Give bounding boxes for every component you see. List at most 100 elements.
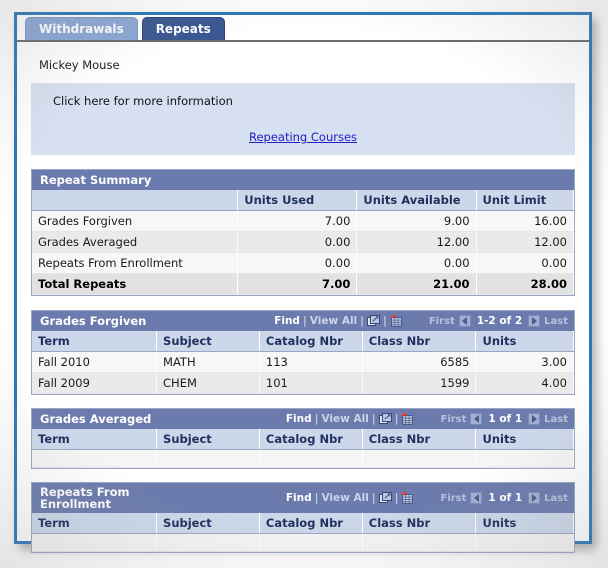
table-row: Total Repeats 7.00 21.00 28.00: [32, 273, 575, 295]
next-arrow-icon[interactable]: [528, 315, 541, 327]
find-link[interactable]: Find: [286, 492, 312, 504]
new-window-icon[interactable]: [378, 413, 392, 425]
grid-grades-forgiven: Grades Forgiven Find | View All | | First…: [31, 310, 575, 395]
last-page-link[interactable]: Last: [544, 414, 568, 425]
find-link[interactable]: Find: [274, 315, 300, 327]
arrow-glyph: [473, 415, 479, 423]
table-body: Fall 2010 MATH 113 6585 3.00 Fall 2009 CHEM 101…: [32, 351, 574, 394]
col-units: Units: [475, 513, 574, 534]
tab-withdrawals-label: Withdrawals: [39, 22, 124, 36]
next-arrow-icon[interactable]: [528, 413, 541, 425]
cell-term: Fall 2009: [32, 372, 158, 394]
grid-title-grades-forgiven: Grades Forgiven: [40, 314, 147, 328]
cell-class-nbr: [362, 449, 477, 468]
table-repeats-from-enrollment: Term Subject Catalog Nbr Class Nbr Units: [32, 513, 574, 552]
col-units: Units: [475, 331, 574, 352]
grid-pager: First 1-2 of 2 Last: [429, 315, 568, 327]
summary-col-blank: [32, 190, 239, 211]
col-subject: Subject: [156, 331, 260, 352]
table-row: Fall 2010 MATH 113 6585 3.00: [32, 351, 574, 373]
previous-arrow-icon[interactable]: [470, 413, 483, 425]
view-all-link[interactable]: View All: [321, 413, 368, 425]
cell-subject: CHEM: [156, 372, 260, 394]
tab-repeats[interactable]: Repeats: [141, 17, 225, 40]
cell-term: Fall 2010: [32, 351, 158, 373]
arrow-glyph: [473, 494, 479, 502]
arrow-glyph: [462, 317, 468, 325]
table-grades-forgiven: Term Subject Catalog Nbr Class Nbr Units Fall…: [32, 331, 574, 394]
download-spreadsheet-icon[interactable]: [390, 314, 403, 328]
grid-nav-cluster: Find | View All | | First 1 of 1 Last: [160, 412, 568, 426]
cell-catalog-nbr: 113: [259, 351, 363, 373]
view-all-link[interactable]: View All: [310, 315, 357, 327]
nav-separator: |: [394, 413, 399, 425]
previous-arrow-icon[interactable]: [470, 492, 483, 504]
tab-withdrawals[interactable]: Withdrawals: [25, 17, 138, 40]
summary-units-used: 7.00: [237, 210, 358, 232]
previous-arrow-icon[interactable]: [458, 315, 471, 327]
info-panel: Click here for more information Repeatin…: [31, 83, 575, 155]
summary-units-used: 7.00: [237, 273, 358, 295]
find-link[interactable]: Find: [286, 413, 312, 425]
col-catalog-nbr: Catalog Nbr: [259, 331, 363, 352]
download-spreadsheet-icon[interactable]: [401, 412, 414, 426]
cell-catalog-nbr: 101: [259, 372, 363, 394]
nav-separator: |: [314, 413, 319, 425]
new-window-icon[interactable]: [366, 315, 380, 327]
summary-col-unit-limit: Unit Limit: [476, 190, 575, 211]
nav-separator: |: [360, 315, 364, 327]
grid-title-bar-grades-forgiven: Grades Forgiven Find | View All | | First…: [32, 311, 574, 331]
table-header-row: Term Subject Catalog Nbr Class Nbr Units: [32, 513, 574, 534]
application-window: Withdrawals Repeats Mickey Mouse Click h…: [14, 12, 592, 553]
summary-units-available: 12.00: [356, 231, 477, 253]
col-term: Term: [32, 331, 158, 352]
grid-pager: First 1 of 1 Last: [440, 492, 568, 504]
cell-class-nbr: [362, 533, 477, 552]
page-content: Mickey Mouse Click here for more informa…: [17, 40, 589, 553]
summary-row-label: Grades Forgiven: [32, 210, 239, 232]
cell-units: 3.00: [475, 351, 574, 373]
cell-catalog-nbr: [259, 533, 363, 552]
next-arrow-icon[interactable]: [528, 492, 541, 504]
cell-subject: [156, 449, 260, 468]
first-page-link[interactable]: First: [429, 316, 455, 327]
table-row: [32, 533, 574, 552]
arrow-glyph: [531, 317, 537, 325]
first-page-link[interactable]: First: [440, 414, 466, 425]
summary-unit-limit: 16.00: [476, 210, 575, 232]
view-all-link[interactable]: View All: [321, 492, 368, 504]
summary-unit-limit: 28.00: [476, 273, 575, 295]
col-class-nbr: Class Nbr: [362, 429, 477, 450]
nav-separator: |: [302, 315, 307, 327]
summary-unit-limit: 12.00: [476, 231, 575, 253]
arrow-glyph: [531, 494, 537, 502]
info-panel-link-row: Repeating Courses: [31, 126, 575, 147]
download-spreadsheet-icon[interactable]: [401, 491, 414, 505]
grid-nav-actions: Find | View All | |: [286, 412, 415, 426]
last-page-link[interactable]: Last: [544, 316, 568, 327]
first-page-link[interactable]: First: [440, 493, 466, 504]
col-term: Term: [32, 513, 158, 534]
nav-separator: |: [394, 492, 399, 504]
cell-term: [32, 533, 158, 552]
repeat-summary-panel: Repeat Summary Units Used Units Availabl…: [31, 169, 575, 296]
repeat-summary-title-bar: Repeat Summary: [32, 170, 574, 190]
col-class-nbr: Class Nbr: [362, 331, 477, 352]
detail-grids-host: Grades Forgiven Find | View All | | First…: [29, 310, 577, 553]
repeating-courses-link[interactable]: Repeating Courses: [249, 130, 357, 144]
grid-nav-actions: Find | View All | |: [274, 314, 403, 328]
new-window-icon[interactable]: [378, 492, 392, 504]
tab-strip-divider: [17, 40, 589, 42]
summary-units-available: 0.00: [356, 252, 477, 274]
last-page-link[interactable]: Last: [544, 493, 568, 504]
col-subject: Subject: [156, 513, 260, 534]
table-body: [32, 449, 574, 468]
grid-title-grades-averaged: Grades Averaged: [40, 412, 152, 426]
info-panel-text: Click here for more information: [53, 94, 233, 108]
summary-units-available: 9.00: [356, 210, 477, 232]
col-catalog-nbr: Catalog Nbr: [259, 513, 363, 534]
table-body: [32, 533, 574, 552]
grid-title-bar-grades-averaged: Grades Averaged Find | View All | | First…: [32, 409, 574, 429]
tab-strip: Withdrawals Repeats: [17, 15, 589, 42]
col-subject: Subject: [156, 429, 260, 450]
